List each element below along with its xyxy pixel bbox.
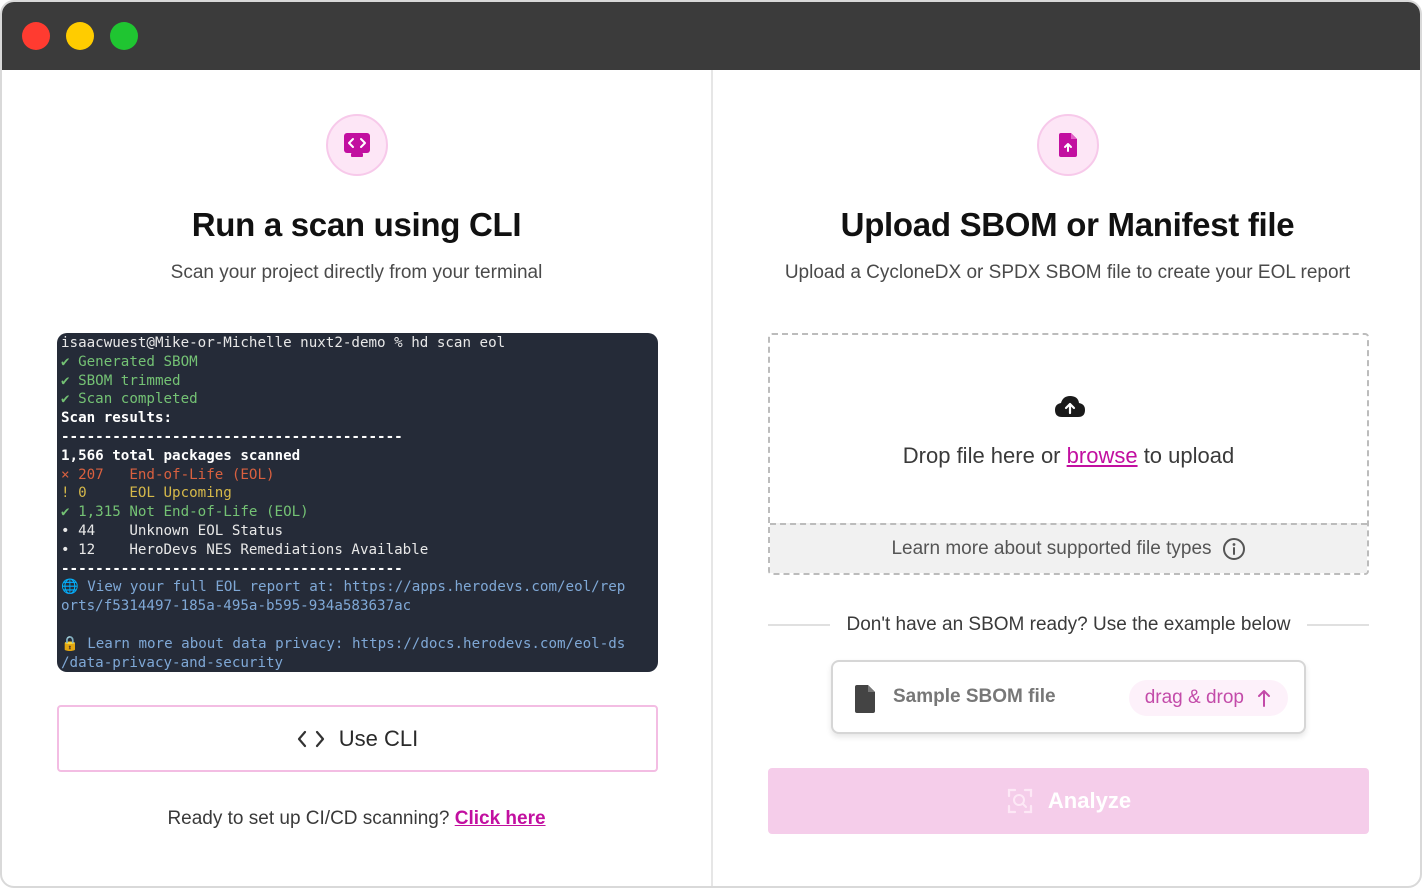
terminal-line: ---------------------------------------- xyxy=(61,560,403,577)
drop-prefix: Drop file here or xyxy=(902,443,1061,468)
file-dropzone[interactable]: Drop file here or browse to upload Learn… xyxy=(768,333,1369,575)
cicd-prompt-text: Ready to set up CI/CD scanning? xyxy=(167,808,450,829)
terminal-icon xyxy=(326,114,388,176)
drag-drop-label: drag & drop xyxy=(1144,687,1244,708)
terminal-line: ✔ Generated SBOM xyxy=(61,353,198,370)
terminal-line: /data-privacy-and-security xyxy=(61,654,284,671)
terminal-line: 🌐 View your full EOL report at: https://… xyxy=(61,579,626,596)
cloud-upload-icon xyxy=(1055,396,1085,417)
main-content: Run a scan using CLI Scan your project d… xyxy=(2,70,1420,886)
app-window: Run a scan using CLI Scan your project d… xyxy=(0,0,1422,888)
analyze-label: Analyze xyxy=(1047,788,1132,813)
terminal-line: Scan results: xyxy=(61,410,173,427)
upload-title: Upload SBOM or Manifest file xyxy=(840,206,1295,243)
close-window-button[interactable] xyxy=(22,22,50,50)
terminal-line: 🔒 Learn more about data privacy: https:/… xyxy=(61,635,626,652)
drop-suffix: to upload xyxy=(1143,443,1235,468)
use-cli-label: Use CLI xyxy=(338,725,419,751)
sample-sbom-file[interactable]: Sample SBOM file drag & drop xyxy=(831,660,1306,734)
arrow-up-icon xyxy=(1258,690,1270,707)
terminal-line: isaacwuest@Mike-or-Michelle nuxt2-demo %… xyxy=(61,335,506,351)
supported-file-types-link[interactable]: Learn more about supported file types xyxy=(770,523,1367,573)
terminal-line: ---------------------------------------- xyxy=(61,428,403,445)
document-icon xyxy=(855,685,875,713)
cli-title: Run a scan using CLI xyxy=(191,206,522,243)
analyze-button[interactable]: Analyze xyxy=(768,768,1369,834)
terminal-line: • 12 HeroDevs NES Remediations Available xyxy=(61,541,429,558)
terminal-line: × 207 End-of-Life (EOL) xyxy=(61,466,275,483)
maximize-window-button[interactable] xyxy=(110,22,138,50)
separator-line xyxy=(1306,624,1370,626)
terminal-line: • 44 Unknown EOL Status xyxy=(61,522,284,539)
cli-subtitle: Scan your project directly from your ter… xyxy=(170,262,543,283)
sample-sbom-label: Sample SBOM file xyxy=(893,686,1056,707)
separator-text: Don't have an SBOM ready? Use the exampl… xyxy=(846,614,1291,635)
supported-types-label: Learn more about supported file types xyxy=(891,538,1212,559)
info-icon xyxy=(1222,538,1245,560)
use-cli-button[interactable]: Use CLI xyxy=(57,705,658,772)
title-bar xyxy=(2,2,1420,70)
terminal-line: ! 0 EOL Upcoming xyxy=(61,485,232,502)
cicd-prompt: Ready to set up CI/CD scanning? Click he… xyxy=(2,808,711,830)
terminal-output: isaacwuest@Mike-or-Michelle nuxt2-demo %… xyxy=(57,333,658,672)
terminal-line: orts/f5314497-185a-495a-b595-934a583637a… xyxy=(61,598,412,615)
terminal-line: ✔ Scan completed xyxy=(61,391,198,408)
scan-icon xyxy=(1007,788,1033,814)
cli-panel: Run a scan using CLI Scan your project d… xyxy=(2,70,711,886)
dropzone-text: Drop file here or browse to upload xyxy=(770,443,1367,469)
minimize-window-button[interactable] xyxy=(66,22,94,50)
separator-line xyxy=(768,624,831,626)
cicd-click-here-link[interactable]: Click here xyxy=(455,808,546,829)
file-upload-icon xyxy=(1037,114,1099,176)
upload-subtitle: Upload a CycloneDX or SPDX SBOM file to … xyxy=(784,262,1351,283)
terminal-line: ✔ SBOM trimmed xyxy=(61,372,181,389)
drag-drop-badge: drag & drop xyxy=(1128,680,1288,716)
terminal-line: ✔ 1,315 Not End-of-Life (EOL) xyxy=(61,504,309,521)
example-separator: Don't have an SBOM ready? Use the exampl… xyxy=(768,610,1370,640)
browse-link[interactable]: browse xyxy=(1067,443,1138,468)
code-brackets-icon xyxy=(297,730,324,747)
terminal-line: 1,566 total packages scanned xyxy=(61,447,301,464)
upload-panel: Upload SBOM or Manifest file Upload a Cy… xyxy=(713,70,1420,886)
